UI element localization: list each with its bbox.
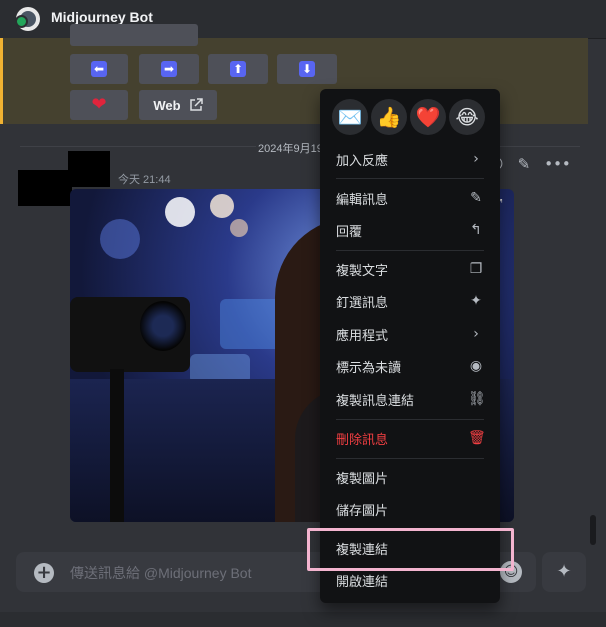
more-options-icon[interactable]: ••• [544, 155, 571, 173]
bokeh-light [230, 219, 248, 237]
reaction-envelope-icon[interactable]: ✉️ [332, 99, 368, 135]
quick-reactions: ✉️ 👍 ❤️ 😂 [332, 99, 485, 135]
menu-item-label: 刪除訊息 [336, 432, 389, 448]
menu-item-mark-unread[interactable]: 標示為未讀 ◉ [328, 351, 492, 381]
menu-item-label: 回覆 [336, 224, 363, 240]
web-link-button[interactable]: Web [139, 90, 217, 120]
menu-item-pin-message[interactable]: 釘選訊息 ✦ [328, 286, 492, 316]
arrow-up-button[interactable]: ⬆ [208, 54, 268, 84]
menu-item-label: 編輯訊息 [336, 192, 389, 208]
message-timestamp: 今天 21:44 [118, 174, 171, 186]
camera-tripod [110, 369, 124, 522]
menu-item-label: 複製圖片 [336, 471, 389, 487]
web-label: Web [153, 97, 181, 113]
menu-separator [336, 458, 484, 459]
reply-icon: ↰ [470, 222, 482, 238]
arrow-left-button[interactable]: ⬅ [70, 54, 128, 84]
menu-separator [336, 250, 484, 251]
chevron-right-icon: › [473, 326, 479, 342]
pencil-icon: ✎ [470, 190, 482, 206]
reaction-thumbs-up-icon[interactable]: 👍 [371, 99, 407, 135]
menu-item-delete-message[interactable]: 刪除訊息 🗑 [328, 423, 492, 453]
message-input[interactable]: 傳送訊息給 @Midjourney Bot [70, 563, 251, 583]
menu-item-label: 複製文字 [336, 263, 389, 279]
date-divider: 2024年9月19 [256, 140, 325, 156]
menu-item-add-reaction[interactable]: 加入反應 › [328, 144, 492, 174]
bot-name[interactable]: Midjourney Bot [51, 9, 153, 25]
bokeh-light [210, 194, 234, 218]
menu-item-save-image[interactable]: 儲存圖片 [328, 494, 492, 524]
arrow-down-button[interactable]: ⬇ [277, 54, 337, 84]
link-icon: ⛓ [468, 391, 486, 407]
menu-item-edit-message[interactable]: 編輯訊息 ✎ [328, 183, 492, 213]
arrow-right-icon: ➡ [161, 61, 177, 77]
menu-item-copy-message-link[interactable]: 複製訊息連結 ⛓ [328, 384, 492, 414]
arrow-down-icon: ⬇ [299, 61, 315, 77]
chevron-right-icon: › [473, 151, 479, 167]
arrow-right-button[interactable]: ➡ [139, 54, 199, 84]
menu-item-label: 加入反應 [336, 153, 389, 169]
menu-item-apps[interactable]: 應用程式 › [328, 319, 492, 349]
annotation-highlight-box [307, 528, 514, 571]
menu-item-label: 釘選訊息 [336, 295, 389, 311]
menu-item-label: 開啟連結 [336, 574, 389, 590]
mark-unread-icon: ◉ [469, 358, 483, 374]
external-link-icon [189, 98, 203, 111]
menu-item-label: 標示為未讀 [336, 360, 402, 376]
menu-item-label: 應用程式 [336, 328, 389, 344]
bottom-bar [0, 612, 606, 627]
copy-icon: ❐ [469, 261, 483, 277]
scrollbar-thumb[interactable] [590, 515, 596, 545]
menu-item-copy-image[interactable]: 複製圖片 [328, 462, 492, 492]
online-status-icon [15, 15, 28, 28]
reaction-heart-icon[interactable]: ❤️ [410, 99, 446, 135]
reaction-laughing-icon[interactable]: 😂 [449, 99, 485, 135]
arrow-up-icon: ⬆ [230, 61, 246, 77]
bokeh-light [100, 219, 140, 259]
trash-icon: 🗑 [468, 430, 486, 446]
message-hover-toolbar: ☺ ✎ ••• [488, 152, 578, 176]
camera-lens [140, 301, 186, 351]
menu-item-reply[interactable]: 回覆 ↰ [328, 215, 492, 245]
menu-item-label: 儲存圖片 [336, 503, 389, 519]
arrow-left-icon: ⬅ [91, 61, 107, 77]
bokeh-light [165, 197, 195, 227]
redacted-username [68, 151, 110, 187]
heart-button[interactable]: ❤ [70, 90, 128, 120]
previous-button-row[interactable] [70, 24, 198, 46]
menu-item-copy-text[interactable]: 複製文字 ❐ [328, 254, 492, 284]
apps-launcher-icon[interactable]: ✦ [542, 552, 586, 592]
heart-icon: ❤ [91, 94, 107, 115]
menu-separator [336, 419, 484, 420]
edit-icon[interactable]: ✎ [518, 155, 531, 173]
add-attachment-button[interactable]: + [34, 563, 54, 583]
redacted-avatar [18, 170, 72, 206]
menu-item-label: 複製訊息連結 [336, 393, 415, 409]
menu-separator [336, 178, 484, 179]
pin-icon: ✦ [470, 293, 482, 309]
message-context-menu: ✉️ 👍 ❤️ 😂 加入反應 › 編輯訊息 ✎ 回覆 ↰ 複製文字 ❐ 釘選訊息… [320, 89, 500, 603]
